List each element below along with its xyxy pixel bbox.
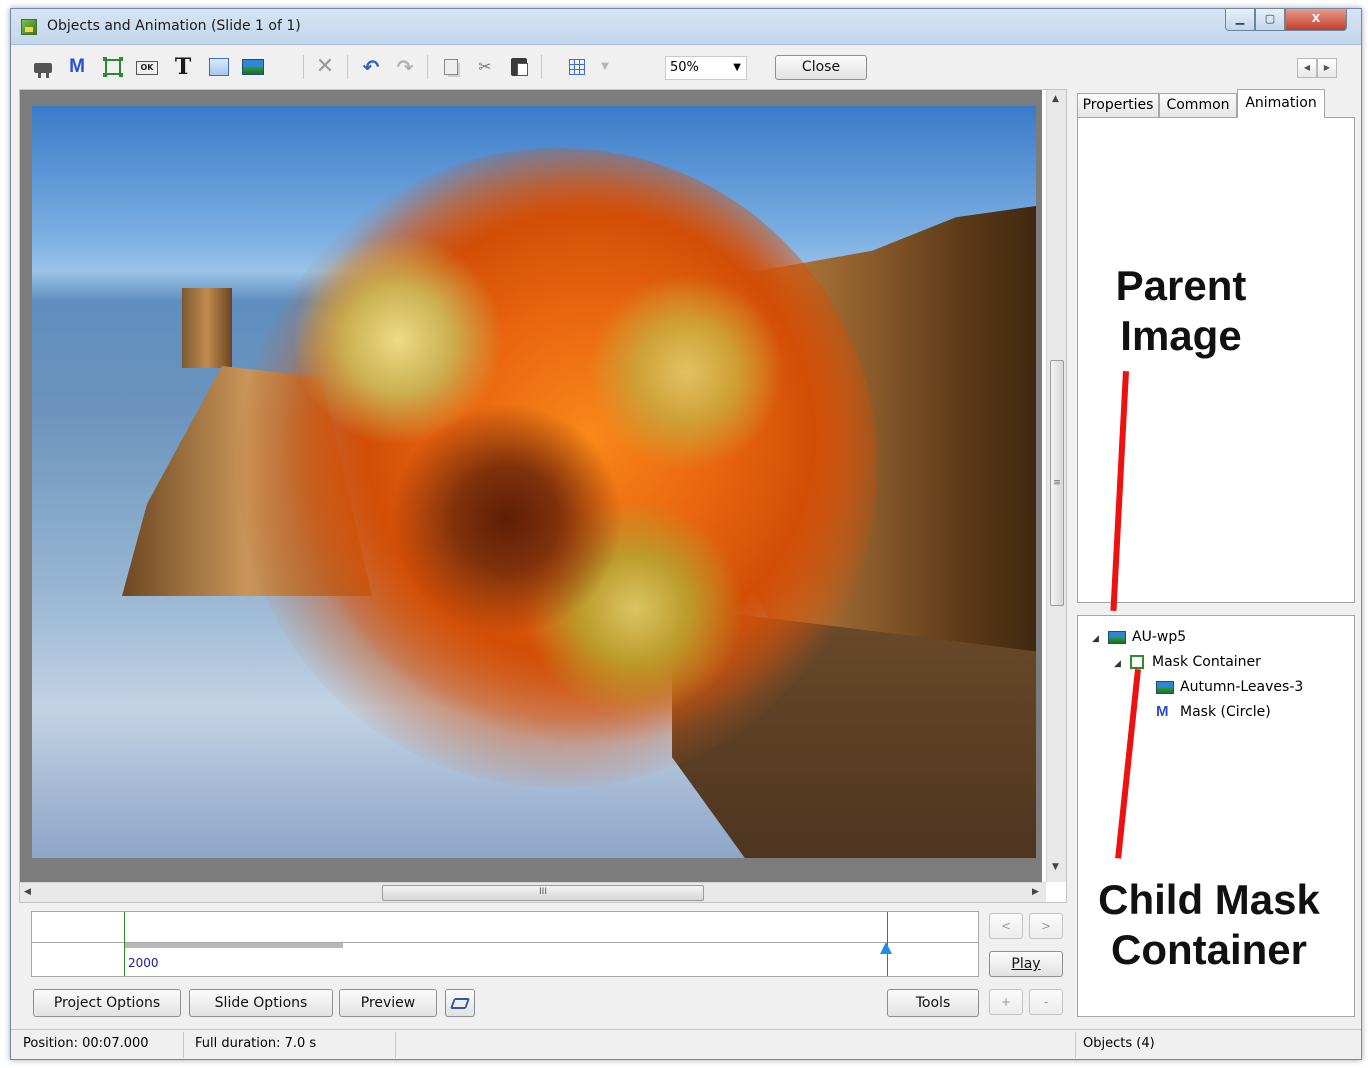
redo-icon[interactable]: ↷	[393, 55, 417, 79]
slide-options-button[interactable]: Slide Options	[189, 989, 333, 1017]
tab-properties[interactable]: Properties	[1077, 93, 1159, 117]
scroll-left-icon[interactable]: ◀	[1297, 58, 1317, 78]
timeline-marker-label: 2000	[128, 956, 159, 970]
tree-item-label: Autumn-Leaves-3	[1180, 679, 1304, 695]
image-icon	[1156, 680, 1174, 694]
preview-button[interactable]: Preview	[339, 989, 437, 1017]
ok-label: OK	[136, 61, 158, 75]
maximize-button[interactable]: ▢	[1255, 9, 1285, 31]
canvas-background	[20, 90, 1042, 882]
expand-icon[interactable]: ◢	[1114, 653, 1130, 675]
tools-button[interactable]: Tools	[887, 989, 979, 1017]
zoom-value: 50%	[670, 60, 699, 75]
expand-icon[interactable]: ◢	[1092, 628, 1108, 650]
tab-common[interactable]: Common	[1159, 93, 1237, 117]
mask-icon: M	[1156, 703, 1169, 720]
toolbar-separator	[427, 55, 428, 79]
grid-icon[interactable]	[565, 55, 589, 79]
toolbar-separator	[541, 55, 542, 79]
minimize-button[interactable]: ▁	[1225, 9, 1255, 31]
slide-preview-image[interactable]	[32, 106, 1036, 858]
copy-icon[interactable]	[439, 55, 463, 79]
tab-animation[interactable]: Animation	[1237, 89, 1325, 118]
scroll-down-icon[interactable]: ▼	[1052, 862, 1059, 872]
status-separator	[395, 1032, 396, 1058]
close-window-button[interactable]: X	[1285, 9, 1347, 31]
scroll-right-icon[interactable]: ▶	[1317, 58, 1337, 78]
eraser-icon	[449, 998, 471, 1009]
project-options-button[interactable]: Project Options	[33, 989, 181, 1017]
toolbar: M OK T ✕ ↶ ↷ ✂ ▼ 50% ▼ Close ◀ ▶	[11, 45, 1361, 89]
zoom-select[interactable]: 50% ▼	[665, 56, 747, 80]
image-icon[interactable]	[241, 55, 265, 79]
timeline[interactable]: 2000	[31, 911, 979, 977]
status-objects: Objects (4)	[1083, 1036, 1155, 1051]
camera-icon[interactable]	[31, 55, 55, 79]
button-icon[interactable]: OK	[135, 55, 159, 79]
properties-tabs: Properties Common Animation	[1077, 89, 1355, 118]
status-duration: Full duration: 7.0 s	[195, 1036, 317, 1051]
tree-item-au-wp5[interactable]: ◢ AU-wp5	[1092, 626, 1186, 648]
frame-icon	[1130, 655, 1144, 669]
undo-icon[interactable]: ↶	[359, 55, 383, 79]
grid-dropdown-icon[interactable]: ▼	[593, 55, 617, 79]
timeline-keyframe-bar[interactable]	[125, 943, 343, 948]
parent-image-annotation: Parent Image	[1115, 262, 1247, 360]
scroll-up-icon[interactable]: ▲	[1052, 94, 1059, 104]
tree-item-label: Mask Container	[1152, 654, 1261, 670]
tree-item-mask-circle[interactable]: M Mask (Circle)	[1156, 701, 1271, 723]
frame-icon[interactable]	[101, 55, 125, 79]
playhead-icon[interactable]	[880, 942, 892, 954]
close-button[interactable]: Close	[775, 55, 867, 80]
horizontal-scroll-thumb[interactable]: III	[382, 885, 704, 901]
tab-scroll-arrows: ◀ ▶	[1297, 58, 1341, 78]
prev-keyframe-button[interactable]: <	[989, 913, 1023, 939]
rectangle-icon[interactable]	[207, 55, 231, 79]
autumn-leaves-mask[interactable]	[238, 148, 878, 788]
slide-canvas-area: ▲ ▼ ≡ ◀ ▶ III	[19, 89, 1067, 903]
scroll-right-icon[interactable]: ▶	[1032, 887, 1039, 897]
toolbar-separator	[347, 55, 348, 79]
objects-animation-window: Objects and Animation (Slide 1 of 1) ▁ ▢…	[10, 8, 1362, 1060]
mask-icon[interactable]: M	[65, 55, 89, 79]
tree-item-autumn-leaves[interactable]: Autumn-Leaves-3	[1156, 676, 1303, 698]
play-button[interactable]: Play	[989, 951, 1063, 977]
status-separator	[1075, 1032, 1076, 1058]
tree-item-label: AU-wp5	[1132, 629, 1187, 645]
status-bar: Position: 00:07.000 Full duration: 7.0 s…	[11, 1029, 1361, 1059]
add-keyframe-button[interactable]: +	[989, 989, 1023, 1015]
scroll-left-icon[interactable]: ◀	[24, 887, 31, 897]
status-separator	[183, 1032, 184, 1058]
cut-icon[interactable]: ✂	[473, 55, 497, 79]
eraser-button[interactable]	[445, 989, 475, 1017]
next-keyframe-button[interactable]: >	[1029, 913, 1063, 939]
child-mask-container-annotation: Child Mask Container	[1098, 876, 1320, 974]
sea-stack	[182, 288, 232, 368]
chevron-down-icon: ▼	[733, 62, 741, 73]
title-bar: Objects and Animation (Slide 1 of 1) ▁ ▢…	[11, 9, 1361, 45]
text-icon[interactable]: T	[171, 55, 195, 79]
status-position: Position: 00:07.000	[23, 1036, 149, 1051]
toolbar-separator	[303, 55, 304, 79]
tree-item-label: Mask (Circle)	[1180, 704, 1271, 720]
remove-keyframe-button[interactable]: -	[1029, 989, 1063, 1015]
app-icon	[21, 19, 37, 35]
vertical-scroll-thumb[interactable]: ≡	[1050, 360, 1064, 606]
play-label: Play	[1011, 956, 1041, 972]
image-icon	[1108, 630, 1126, 644]
paste-icon[interactable]	[507, 55, 531, 79]
delete-icon[interactable]: ✕	[313, 55, 337, 79]
window-title: Objects and Animation (Slide 1 of 1)	[47, 18, 301, 34]
